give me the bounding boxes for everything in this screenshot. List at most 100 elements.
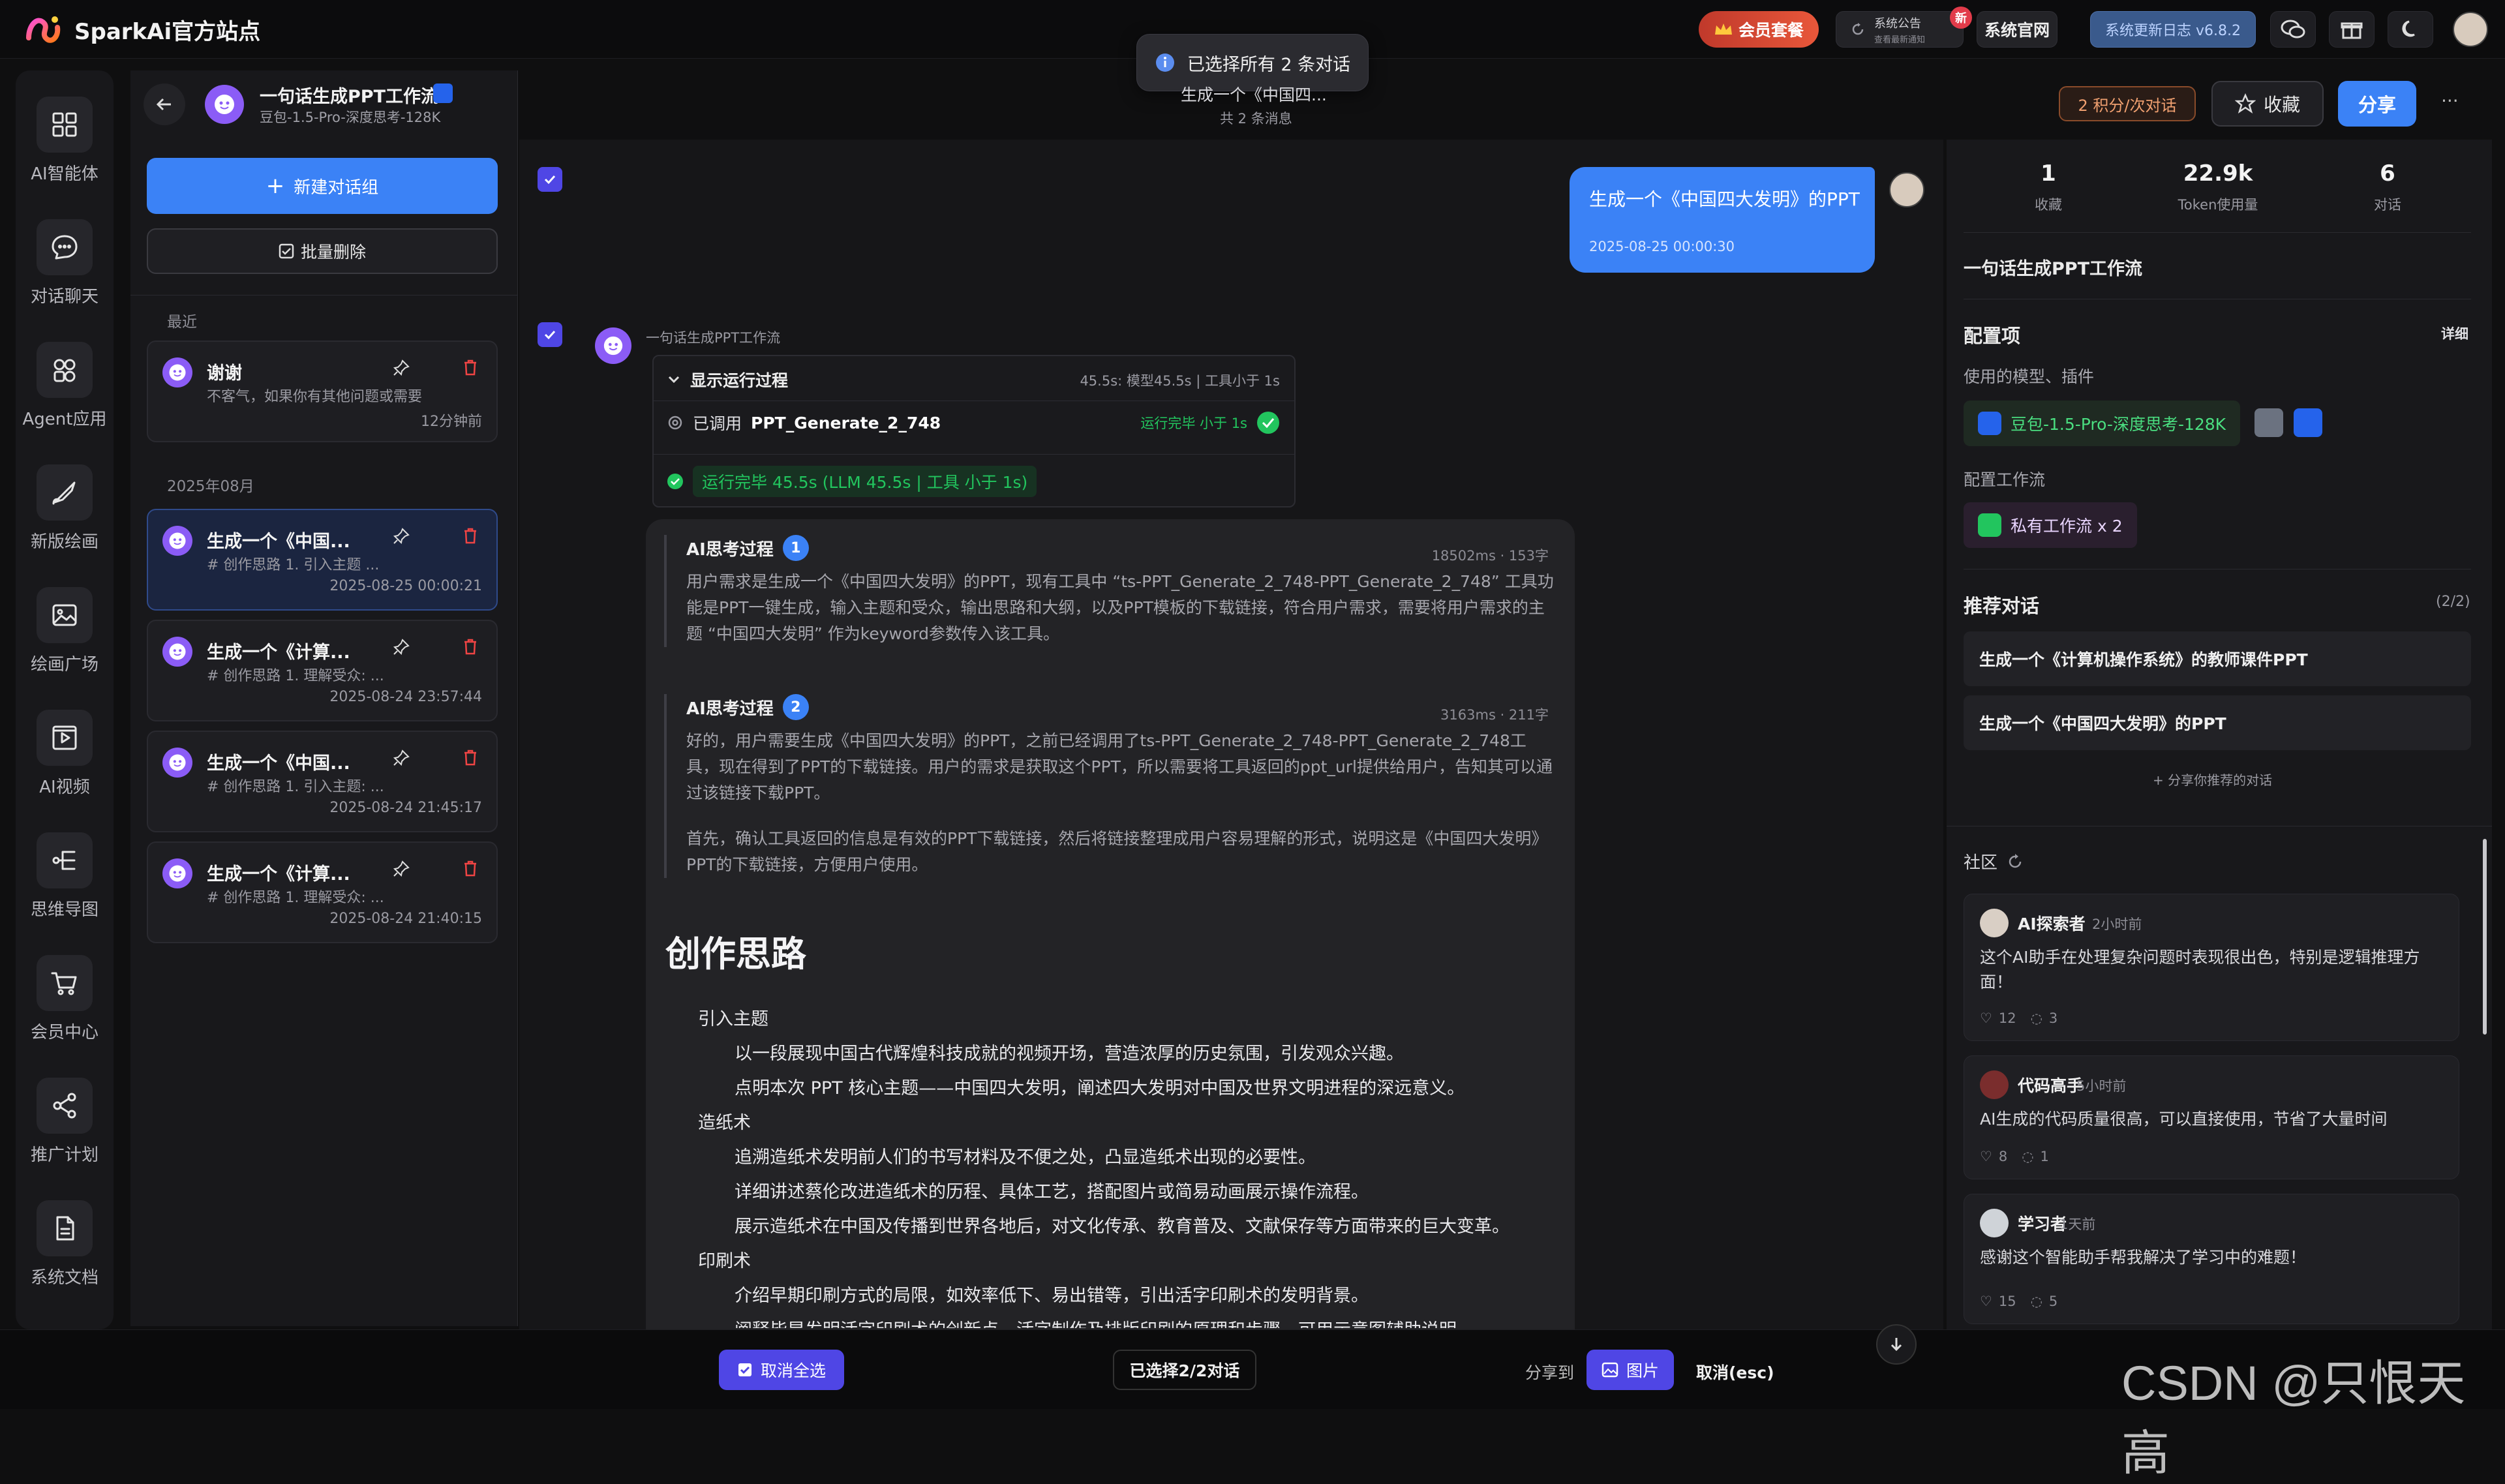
pin-icon[interactable] bbox=[392, 860, 410, 878]
think-header-1: AI思考过程 1 bbox=[686, 535, 1556, 561]
trash-icon[interactable] bbox=[463, 527, 478, 544]
recommended-item[interactable]: 生成一个《计算机操作系统》的教师课件PPT bbox=[1964, 631, 2471, 686]
rail-item-1[interactable]: 对话聊天 bbox=[16, 219, 114, 307]
spark-logo-icon bbox=[26, 16, 61, 43]
scroll-down-button[interactable] bbox=[1876, 1324, 1917, 1365]
vip-label: 会员套餐 bbox=[1738, 21, 1804, 40]
more-button[interactable]: ··· bbox=[2441, 90, 2459, 112]
trash-icon[interactable] bbox=[463, 860, 478, 877]
community-post[interactable]: AI探索者 2小时前 这个AI助手在处理复杂问题时表现很出色，特别是逻辑推理方面！ ♡… bbox=[1964, 894, 2459, 1041]
conversation-avatar bbox=[162, 637, 192, 667]
trash-icon[interactable] bbox=[463, 638, 478, 655]
gallery-icon bbox=[37, 587, 93, 643]
share-recommend-link[interactable]: + 分享你推荐的对话 bbox=[2153, 770, 2272, 789]
rail-item-7[interactable]: 会员中心 bbox=[16, 955, 114, 1043]
think-num-2: 2 bbox=[782, 694, 809, 720]
rail-item-2[interactable]: Agent应用 bbox=[16, 342, 114, 430]
pin-icon[interactable] bbox=[392, 638, 410, 656]
conversation-title: 谢谢 bbox=[207, 363, 242, 384]
pin-icon[interactable] bbox=[392, 527, 410, 545]
stat-label: 对话 bbox=[2374, 197, 2401, 213]
video-icon bbox=[37, 710, 93, 766]
tool-status: 运行完毕 小于 1s bbox=[1140, 411, 1280, 434]
outline-point: 介绍早期印刷方式的局限，如效率低下、易出错等，引出活字印刷术的发明背景。 bbox=[735, 1286, 1369, 1306]
rail-item-9[interactable]: 系统文档 bbox=[16, 1200, 114, 1288]
rail-item-6[interactable]: 思维导图 bbox=[16, 832, 114, 920]
conversation-snippet: # 创作思路 1. 理解受众: ... bbox=[207, 668, 384, 684]
vip-button[interactable]: 会员套餐 bbox=[1699, 11, 1819, 48]
share-image-button[interactable]: 图片 bbox=[1586, 1350, 1674, 1390]
tool-prefix: 已调用 bbox=[693, 414, 742, 433]
pin-icon[interactable] bbox=[392, 749, 410, 767]
model-chip[interactable]: 豆包-1.5-Pro-深度思考-128K bbox=[1964, 401, 2241, 446]
rail-item-5[interactable]: AI视频 bbox=[16, 710, 114, 798]
agent-name: 一句话生成PPT工作流 bbox=[260, 87, 438, 107]
favorite-button[interactable]: 收藏 bbox=[2211, 81, 2324, 127]
brush-icon bbox=[37, 464, 93, 521]
trash-icon[interactable] bbox=[463, 749, 478, 766]
heart-icon[interactable]: ♡ bbox=[1980, 1010, 1992, 1026]
refresh-icon[interactable] bbox=[2007, 853, 2024, 870]
new-group-button[interactable]: + 新建对话组 bbox=[147, 158, 498, 214]
announcement-button[interactable]: 系统公告 查看最新通知 新 bbox=[1836, 7, 1972, 48]
comment-icon[interactable]: ◌ bbox=[2031, 1010, 2042, 1026]
rail-item-0[interactable]: AI智能体 bbox=[16, 97, 114, 185]
recommended-item[interactable]: 生成一个《中国四大发明》的PPT bbox=[1964, 695, 2471, 750]
gift-button[interactable] bbox=[2329, 11, 2375, 48]
update-log-button[interactable]: 系统更新日志 v6.8.2 bbox=[2090, 11, 2256, 48]
comment-icon[interactable]: ◌ bbox=[2031, 1294, 2042, 1309]
rail-item-4[interactable]: 绘画广场 bbox=[16, 587, 114, 675]
outline-section: 引入主题 bbox=[698, 1009, 768, 1029]
share-to-label: 分享到 bbox=[1525, 1363, 1575, 1382]
selected-count: 已选择2/2对话 bbox=[1113, 1350, 1256, 1390]
rail-label: AI视频 bbox=[39, 778, 90, 797]
workflow-chip[interactable]: 私有工作流 x 2 bbox=[1964, 502, 2137, 548]
bot-msg-checkbox[interactable] bbox=[538, 322, 562, 347]
think-block-1: AI思考过程 1 用户需求是生成一个《中国四大发明》的PPT，现有工具中 “ts… bbox=[664, 535, 1556, 647]
user-msg-checkbox[interactable] bbox=[538, 167, 562, 192]
batch-delete-button[interactable]: 批量删除 bbox=[147, 228, 498, 274]
right-scrollbar[interactable] bbox=[2483, 839, 2487, 1035]
official-site-button[interactable]: 系统官网 bbox=[1977, 11, 2057, 48]
conversation-item[interactable]: 生成一个《中国... # 创作思路 1. 引入主题 ... 2025-08-25 0… bbox=[147, 509, 498, 611]
wechat-button[interactable] bbox=[2270, 11, 2316, 48]
robot-icon bbox=[603, 336, 623, 356]
cancel-esc-button[interactable]: 取消(esc) bbox=[1696, 1360, 1774, 1384]
config-detail-link[interactable]: 详细 bbox=[2441, 324, 2468, 343]
community-post[interactable]: 学习者 1天前 感谢这个智能助手帮我解决了学习中的难题！ ♡ 15 ◌ 5 bbox=[1964, 1194, 2459, 1324]
share-button[interactable]: 分享 bbox=[2338, 81, 2416, 127]
conversation-item[interactable]: 生成一个《计算... # 创作思路 1. 理解受众: ... 2025-08-24 … bbox=[147, 841, 498, 943]
app-logo[interactable]: SparkAi官方站点 bbox=[25, 12, 260, 47]
rail-item-8[interactable]: 推广计划 bbox=[16, 1078, 114, 1166]
post-comments: 3 bbox=[2048, 1010, 2058, 1026]
plus-icon: + bbox=[266, 173, 285, 199]
run-toggle[interactable]: 显示运行过程 bbox=[667, 368, 788, 391]
comment-icon[interactable]: ◌ bbox=[2022, 1149, 2033, 1164]
conversation-item[interactable]: 生成一个《中国... # 创作思路 1. 引入主题: ... 2025-08-24 … bbox=[147, 731, 498, 832]
trash-icon[interactable] bbox=[463, 359, 478, 376]
arrow-down-icon bbox=[1890, 1338, 1902, 1352]
outline-section: 造纸术 bbox=[698, 1113, 751, 1133]
community-post[interactable]: 代码高手 5小时前 AI生成的代码质量很高，可以直接使用，节省了大量时间 ♡ 8 ◌ 1 bbox=[1964, 1055, 2459, 1179]
heart-icon[interactable]: ♡ bbox=[1980, 1149, 1992, 1164]
post-likes: 15 bbox=[1998, 1294, 2016, 1309]
theme-toggle-button[interactable] bbox=[2388, 11, 2433, 48]
conversation-item[interactable]: 生成一个《计算... # 创作思路 1. 理解受众: ... 2025-08-24 … bbox=[147, 620, 498, 721]
heart-icon[interactable]: ♡ bbox=[1980, 1294, 1992, 1309]
run-process-panel: 显示运行过程 45.5s: 模型45.5s | 工具小于 1s 已调用 PPT_… bbox=[652, 355, 1296, 507]
conversation-avatar bbox=[162, 526, 192, 556]
rail-label: 新版绘画 bbox=[30, 532, 99, 552]
post-avatar bbox=[1980, 1209, 2009, 1237]
recommended-count: (2/2) bbox=[2436, 594, 2470, 610]
outline-point: 详细讲述蔡伦改进造纸术的历程、具体工艺，搭配图片或简易动画展示操作流程。 bbox=[735, 1182, 1369, 1202]
post-likes: 8 bbox=[1998, 1149, 2008, 1164]
post-comments: 1 bbox=[2040, 1149, 2049, 1164]
rail-label: Agent应用 bbox=[22, 410, 107, 429]
pin-icon[interactable] bbox=[392, 359, 410, 377]
conversation-item[interactable]: 谢谢 不客气，如果你有其他问题或需要... 12分钟前 bbox=[147, 341, 498, 442]
cancel-all-button[interactable]: 取消全选 bbox=[719, 1350, 844, 1390]
left-rail: AI智能体对话聊天 Agent应用 新版绘画绘画广场 AI视频思维导图会员中心推广计划… bbox=[16, 70, 114, 1329]
user-avatar[interactable] bbox=[2453, 12, 2488, 47]
rail-item-3[interactable]: 新版绘画 bbox=[16, 464, 114, 553]
back-button[interactable] bbox=[144, 83, 185, 125]
